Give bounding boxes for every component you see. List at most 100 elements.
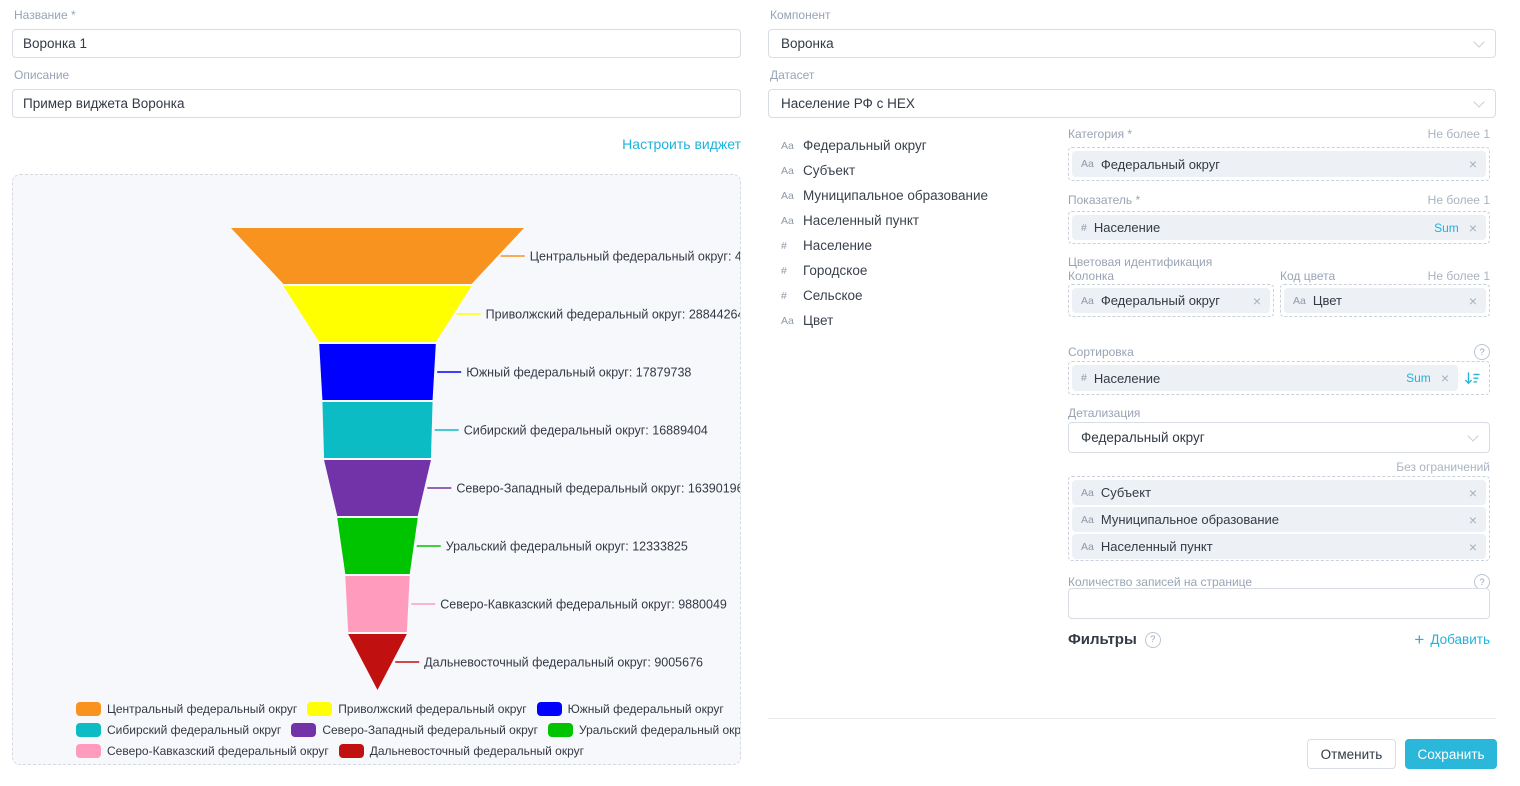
funnel-segment[interactable] (322, 402, 432, 458)
field-label: Городское (803, 263, 867, 278)
funnel-data-label: Дальневосточный федеральный округ: 90056… (424, 656, 703, 670)
save-button[interactable]: Сохранить (1405, 739, 1497, 769)
text-type-icon: Aa (781, 215, 801, 227)
text-type-icon: Aa (1293, 295, 1306, 307)
legend-item[interactable]: Центральный федеральный округ (76, 702, 297, 716)
text-type-icon: Aa (1081, 541, 1094, 553)
funnel-chart: Центральный федеральный округ: 44926457П… (13, 175, 741, 705)
color-code-label: Код цвета (1280, 269, 1428, 283)
legend-swatch (339, 744, 364, 758)
legend-label: Приволжский федеральный округ (338, 702, 526, 716)
close-icon[interactable]: × (1469, 513, 1477, 527)
funnel-segment[interactable] (324, 460, 431, 516)
dataset-field[interactable]: AaФедеральный округ (781, 133, 1051, 158)
dataset-field[interactable]: AaМуниципальное образование (781, 183, 1051, 208)
chip-label: Федеральный округ (1101, 293, 1220, 308)
detailing-limit: Без ограничений (1396, 460, 1490, 474)
legend-label: Северо-Западный федеральный округ (322, 723, 538, 737)
color-code-limit: Не более 1 (1428, 269, 1490, 283)
detailing-select[interactable]: Федеральный округ (1068, 422, 1490, 453)
component-select[interactable]: Воронка (768, 29, 1496, 58)
aggregation-badge[interactable]: Sum (1406, 371, 1431, 385)
legend-swatch (76, 744, 101, 758)
text-type-icon: Aa (1081, 158, 1094, 170)
legend-item[interactable]: Приволжский федеральный округ (307, 702, 526, 716)
close-icon[interactable]: × (1469, 294, 1477, 308)
footer-divider (768, 718, 1496, 719)
name-label: Название * (14, 8, 76, 22)
chip-label: Население (1094, 371, 1160, 386)
color-code-dropzone[interactable]: Aa Цвет × (1280, 284, 1490, 317)
dataset-field[interactable]: #Городское (781, 258, 1051, 283)
measure-label: Показатель * (1068, 193, 1140, 207)
chevron-down-icon (1473, 36, 1484, 47)
sorting-label: Сортировка (1068, 345, 1134, 359)
close-icon[interactable]: × (1469, 221, 1477, 235)
legend-swatch (76, 723, 101, 737)
name-input[interactable] (12, 29, 741, 58)
legend-item[interactable]: Южный федеральный округ (537, 702, 724, 716)
component-value: Воронка (781, 36, 1475, 51)
dataset-field[interactable]: AaНаселенный пункт (781, 208, 1051, 233)
category-chip[interactable]: Aa Федеральный округ × (1072, 151, 1486, 177)
page-size-input[interactable] (1068, 588, 1490, 619)
legend-item[interactable]: Дальневосточный федеральный округ (339, 744, 584, 758)
detailing-dropzone[interactable]: Aa Субъект × Aa Муниципальное образовани… (1068, 476, 1490, 561)
legend-label: Сибирский федеральный округ (107, 723, 281, 737)
dataset-field[interactable]: AaСубъект (781, 158, 1051, 183)
funnel-segment[interactable] (319, 344, 436, 400)
description-input[interactable] (12, 89, 741, 118)
help-icon[interactable]: ? (1474, 344, 1490, 360)
dataset-field[interactable]: AaЦвет (781, 308, 1051, 333)
detailing-chip[interactable]: Aa Субъект × (1072, 480, 1486, 505)
funnel-segment[interactable] (345, 576, 409, 632)
legend-item[interactable]: Северо-Западный федеральный округ (291, 723, 538, 737)
help-icon[interactable]: ? (1145, 632, 1161, 648)
color-column-dropzone[interactable]: Aa Федеральный округ × (1068, 284, 1274, 317)
measure-dropzone[interactable]: # Население Sum × (1068, 211, 1490, 244)
sort-direction-button[interactable] (1458, 371, 1486, 386)
color-column-chip[interactable]: Aa Федеральный округ × (1072, 288, 1270, 313)
funnel-segment[interactable] (337, 518, 417, 574)
category-dropzone[interactable]: Aa Федеральный округ × (1068, 147, 1490, 181)
dataset-field[interactable]: #Сельское (781, 283, 1051, 308)
chip-label: Цвет (1313, 293, 1342, 308)
sorting-chip[interactable]: # Население Sum × (1072, 365, 1458, 391)
field-label: Население (803, 238, 872, 253)
sorting-dropzone[interactable]: # Население Sum × (1068, 361, 1490, 395)
field-label: Населенный пункт (803, 213, 919, 228)
chip-label: Федеральный округ (1101, 157, 1220, 172)
dataset-select[interactable]: Население РФ с HEX (768, 89, 1496, 118)
legend-item[interactable]: Уральский федеральный округ (548, 723, 741, 737)
close-icon[interactable]: × (1469, 157, 1477, 171)
chip-label: Население (1094, 220, 1160, 235)
close-icon[interactable]: × (1469, 540, 1477, 554)
legend-item[interactable]: Сибирский федеральный округ (76, 723, 281, 737)
category-limit: Не более 1 (1428, 127, 1490, 141)
funnel-segment[interactable] (231, 228, 524, 284)
field-label: Цвет (803, 313, 833, 328)
legend-swatch (291, 723, 316, 737)
configure-widget-link[interactable]: Настроить виджет (622, 136, 741, 152)
add-filter-button[interactable]: + Добавить (1414, 631, 1490, 648)
chevron-down-icon (1473, 96, 1484, 107)
chip-label: Муниципальное образование (1101, 512, 1279, 527)
text-type-icon: Aa (781, 140, 801, 152)
cancel-button[interactable]: Отменить (1307, 739, 1396, 769)
detailing-chip[interactable]: Aa Населенный пункт × (1072, 534, 1486, 559)
measure-chip[interactable]: # Население Sum × (1072, 215, 1486, 240)
dataset-field[interactable]: #Население (781, 233, 1051, 258)
funnel-segment[interactable] (283, 286, 471, 342)
color-code-chip[interactable]: Aa Цвет × (1284, 288, 1486, 313)
detailing-chip[interactable]: Aa Муниципальное образование × (1072, 507, 1486, 532)
close-icon[interactable]: × (1469, 486, 1477, 500)
chevron-down-icon (1467, 430, 1478, 441)
close-icon[interactable]: × (1253, 294, 1261, 308)
sort-descending-icon (1464, 371, 1480, 386)
legend-item[interactable]: Северо-Кавказский федеральный округ (76, 744, 329, 758)
detailing-label: Детализация (1068, 406, 1140, 420)
close-icon[interactable]: × (1441, 371, 1449, 385)
text-type-icon: Aa (1081, 514, 1094, 526)
aggregation-badge[interactable]: Sum (1434, 221, 1459, 235)
field-label: Сельское (803, 288, 863, 303)
